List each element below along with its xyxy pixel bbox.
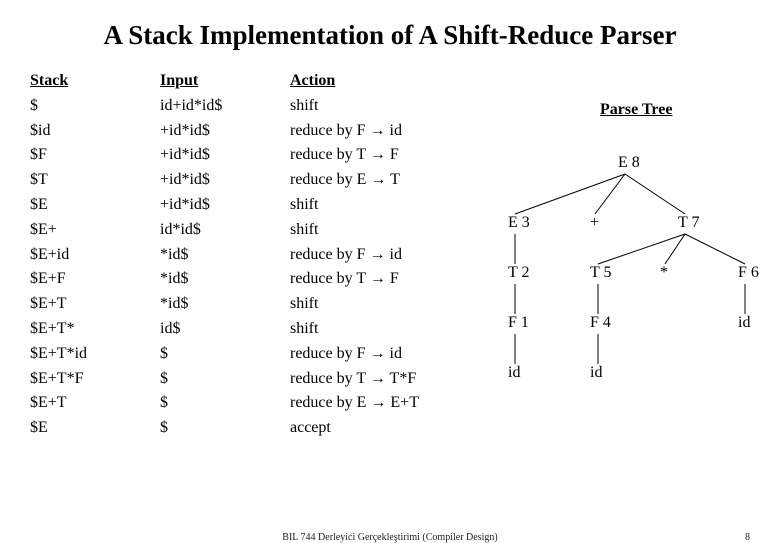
header-input: Input [160, 69, 290, 94]
stack-cell: $E+id [30, 243, 160, 268]
tree-node: id [738, 314, 750, 332]
action-cell: shift [290, 193, 470, 218]
tree-node: T 2 [508, 264, 529, 282]
action-cell: reduce by T → T*F [290, 367, 470, 392]
tree-node: T 7 [678, 214, 699, 232]
stack-cell: $E+T* [30, 317, 160, 342]
stack-cell: $ [30, 94, 160, 119]
header-action: Action [290, 69, 470, 94]
input-cell: $ [160, 391, 290, 416]
tree-node: id [590, 364, 602, 382]
input-cell: $ [160, 416, 290, 441]
tree-node: E 8 [618, 154, 640, 172]
action-cell: reduce by F → id [290, 342, 470, 367]
stack-cell: $E+F [30, 267, 160, 292]
tree-node: * [660, 264, 668, 282]
tree-node: + [590, 214, 599, 232]
action-cell: reduce by T → F [290, 267, 470, 292]
input-cell: *id$ [160, 292, 290, 317]
input-cell: +id*id$ [160, 143, 290, 168]
stack-cell: $E [30, 193, 160, 218]
stack-cell: $E [30, 416, 160, 441]
header-stack: Stack [30, 69, 160, 94]
input-cell: id$ [160, 317, 290, 342]
tree-node: F 4 [590, 314, 611, 332]
stack-cell: $E+T*F [30, 367, 160, 392]
action-cell: reduce by T → F [290, 143, 470, 168]
stack-cell: $T [30, 168, 160, 193]
stack-cell: $E+T [30, 391, 160, 416]
input-cell: id*id$ [160, 218, 290, 243]
input-cell: $ [160, 342, 290, 367]
action-cell: shift [290, 94, 470, 119]
action-cell: accept [290, 416, 470, 441]
input-cell: *id$ [160, 267, 290, 292]
input-cell: id+id*id$ [160, 94, 290, 119]
action-cell: reduce by F → id [290, 119, 470, 144]
stack-cell: $E+ [30, 218, 160, 243]
input-cell: +id*id$ [160, 119, 290, 144]
tree-node: T 5 [590, 264, 611, 282]
action-cell: reduce by E → E+T [290, 391, 470, 416]
stack-cell: $F [30, 143, 160, 168]
tree-node: E 3 [508, 214, 530, 232]
action-cell: shift [290, 292, 470, 317]
input-cell: +id*id$ [160, 168, 290, 193]
stack-cell: $E+T*id [30, 342, 160, 367]
slide-title: A Stack Implementation of A Shift-Reduce… [30, 20, 750, 51]
action-cell: shift [290, 317, 470, 342]
footer-text: BIL 744 Derleyici Gerçekleştirimi (Compi… [282, 532, 497, 543]
tree-node: F 6 [738, 264, 759, 282]
input-cell: *id$ [160, 243, 290, 268]
tree-node: F 1 [508, 314, 529, 332]
input-cell: $ [160, 367, 290, 392]
parse-table: Stack $$id$F$T$E$E+$E+id$E+F$E+T$E+T*$E+… [30, 69, 470, 441]
action-cell: shift [290, 218, 470, 243]
stack-cell: $id [30, 119, 160, 144]
input-cell: +id*id$ [160, 193, 290, 218]
stack-cell: $E+T [30, 292, 160, 317]
action-cell: reduce by E → T [290, 168, 470, 193]
footer-page-number: 8 [745, 532, 750, 543]
action-cell: reduce by F → id [290, 243, 470, 268]
tree-node: id [508, 364, 520, 382]
